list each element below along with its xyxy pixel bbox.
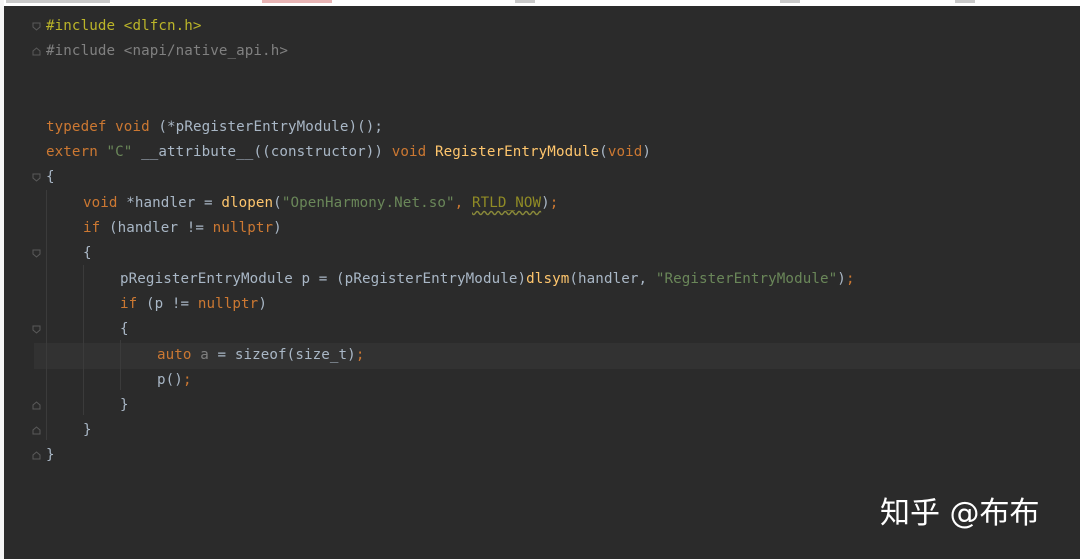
include-header: <dlfcn.h>	[123, 18, 202, 34]
attribute: __attribute__((constructor))	[141, 144, 384, 160]
keyword-nullptr: nullptr	[212, 220, 274, 236]
args: (handler,	[569, 271, 648, 287]
keyword-void: void	[83, 195, 118, 211]
code-line-6[interactable]: extern "C" __attribute__((constructor)) …	[46, 140, 651, 165]
call-expr: p()	[157, 372, 183, 388]
cast-decl: pRegisterEntryModule p = (pRegisterEntry…	[120, 271, 527, 287]
code-line-14[interactable]: auto a = sizeof(size_t);	[157, 343, 364, 368]
function-call: dlsym	[526, 271, 570, 287]
condition: (p !=	[145, 296, 190, 312]
paren: (	[599, 144, 608, 160]
watermark: 知乎 @布布	[880, 496, 1040, 531]
condition: (handler !=	[108, 220, 205, 236]
code-line-13[interactable]: {	[120, 317, 129, 342]
param-void: void	[607, 144, 643, 160]
string-literal: "C"	[106, 144, 133, 160]
code-line-11[interactable]: pRegisterEntryModule p = (pRegisterEntry…	[120, 267, 855, 292]
top-toolbar-strip	[0, 0, 1080, 6]
keyword-auto: auto	[157, 347, 192, 363]
semicolon: ;	[355, 347, 365, 363]
brace: {	[120, 321, 129, 337]
paren: )	[642, 144, 652, 160]
code-line-9[interactable]: if (handler != nullptr)	[83, 216, 282, 241]
paren: )	[837, 271, 846, 287]
keyword-if: if	[120, 296, 138, 312]
indent-guide	[46, 190, 47, 440]
paren: )	[273, 220, 282, 236]
code-line-5[interactable]: typedef void (*pRegisterEntryModule)();	[46, 115, 383, 140]
keyword-void: void	[391, 144, 427, 160]
code-line-15[interactable]: p();	[157, 368, 192, 393]
tab-strip-segment	[780, 0, 800, 3]
keyword-void: void	[115, 119, 150, 135]
code-line-8[interactable]: void *handler = dlopen("OpenHarmony.Net.…	[83, 191, 558, 216]
paren: (	[273, 195, 282, 211]
code-line-16[interactable]: }	[120, 393, 129, 418]
indent-guide	[120, 340, 121, 390]
include-header: <napi/native_api.h>	[123, 43, 288, 59]
tab-strip-segment	[955, 0, 975, 3]
comma: ,	[454, 195, 464, 211]
code-line-2[interactable]: #include <napi/native_api.h>	[46, 39, 288, 64]
fold-marker-icon[interactable]	[32, 426, 41, 435]
paren: )	[258, 296, 267, 312]
paren: )	[541, 195, 550, 211]
macro-constant: RTLD_NOW	[471, 195, 542, 211]
handler-decl: *handler =	[126, 195, 213, 211]
fold-marker-icon[interactable]	[32, 47, 41, 56]
function-call: dlopen	[221, 195, 274, 211]
fold-marker-icon[interactable]	[32, 173, 41, 182]
keyword-typedef: typedef	[46, 119, 107, 135]
include-directive: #include	[46, 18, 116, 34]
code-line-17[interactable]: }	[83, 418, 92, 443]
code-line-10[interactable]: {	[83, 241, 92, 266]
include-directive: #include	[46, 43, 116, 59]
fold-marker-icon[interactable]	[32, 22, 41, 31]
code-line-7[interactable]: {	[46, 165, 55, 190]
keyword-if: if	[83, 220, 101, 236]
tab-strip-segment	[6, 0, 110, 3]
tab-strip-segment	[262, 0, 332, 3]
code-editor[interactable]: #include <dlfcn.h> #include <napi/native…	[0, 0, 1080, 559]
string-literal: "OpenHarmony.Net.so"	[281, 195, 455, 211]
brace: {	[46, 169, 55, 185]
brace: {	[83, 245, 92, 261]
tab-strip-segment	[515, 0, 535, 3]
semicolon: ;	[182, 372, 192, 388]
indent-guide	[83, 265, 84, 415]
typedef-decl: (*pRegisterEntryModule)();	[158, 119, 384, 135]
fold-marker-icon[interactable]	[32, 401, 41, 410]
line-gutter	[4, 6, 34, 559]
unused-variable: a	[200, 347, 209, 363]
fold-marker-icon[interactable]	[32, 249, 41, 258]
brace: }	[46, 447, 55, 463]
code-line-12[interactable]: if (p != nullptr)	[120, 292, 267, 317]
keyword-extern: extern	[46, 144, 98, 160]
keyword-nullptr: nullptr	[197, 296, 259, 312]
brace: }	[120, 397, 129, 413]
semicolon: ;	[845, 271, 855, 287]
fold-marker-icon[interactable]	[32, 451, 41, 460]
brace: }	[83, 422, 92, 438]
semicolon: ;	[549, 195, 559, 211]
sizeof-expr: = sizeof(size_t)	[217, 347, 356, 363]
string-literal: "RegisterEntryModule"	[655, 271, 838, 287]
function-name: RegisterEntryModule	[434, 144, 600, 160]
code-line-1[interactable]: #include <dlfcn.h>	[46, 14, 202, 39]
code-line-18[interactable]: }	[46, 443, 55, 468]
fold-marker-icon[interactable]	[32, 325, 41, 334]
